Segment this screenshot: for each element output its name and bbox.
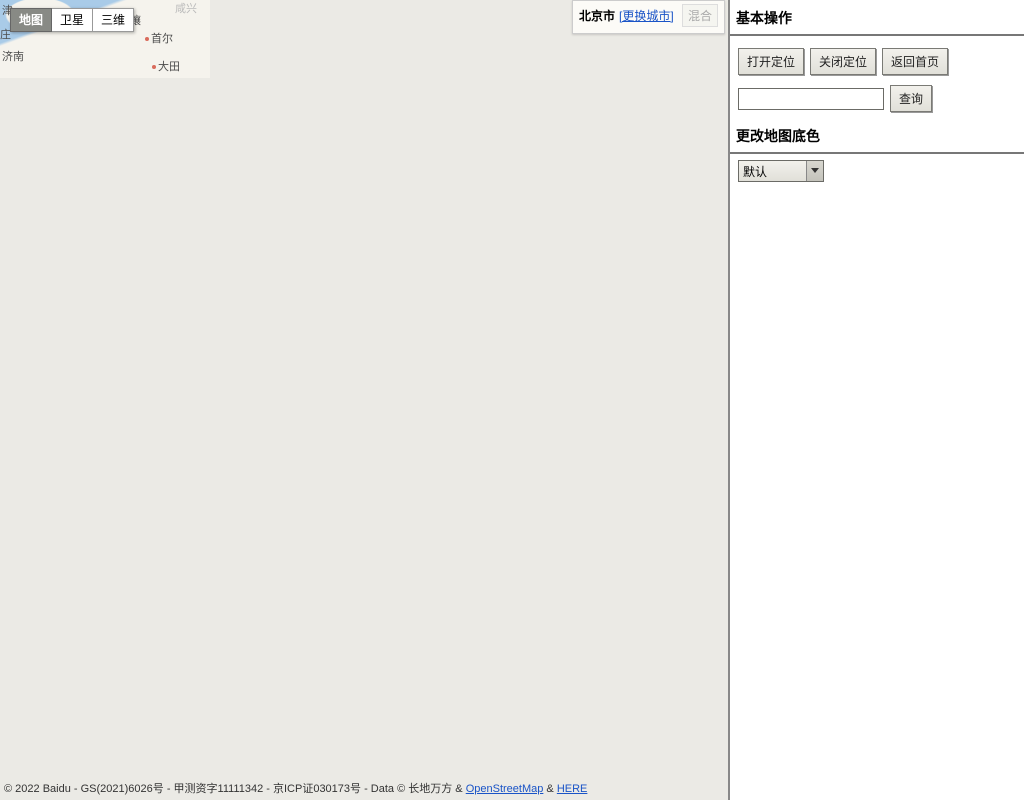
- map-city-label: 大田: [152, 58, 180, 74]
- button-row: 打开定位 关闭定位 返回首页: [730, 36, 1024, 81]
- map-attribution: © 2022 Baidu - GS(2021)6026号 - 甲测资字11111…: [4, 780, 587, 796]
- chevron-down-icon: [811, 168, 819, 173]
- bgcolor-select-value: 默认: [743, 163, 767, 180]
- map-city-label: 咸兴: [175, 0, 197, 16]
- attribution-amp: &: [543, 783, 556, 795]
- map-type-satellite[interactable]: 卫星: [52, 8, 93, 32]
- map-type-map[interactable]: 地图: [10, 8, 52, 32]
- city-panel: 北京市 [更换城市] 混合: [572, 0, 725, 34]
- bgcolor-select-wrap: 默认: [730, 154, 1024, 188]
- section-title-basic: 基本操作: [730, 0, 1024, 36]
- map-city-label: 济南: [2, 48, 24, 64]
- map-area[interactable]: 津 首尔 平壤 济南 大田 庄 咸兴 地图 卫星 三维 北京市 [更换城市] 混…: [0, 0, 725, 800]
- open-locate-button[interactable]: 打开定位: [738, 48, 804, 75]
- osm-link[interactable]: OpenStreetMap: [466, 783, 544, 795]
- current-city-label: 北京市: [579, 7, 615, 24]
- search-button[interactable]: 查询: [890, 85, 932, 112]
- search-row: 查询: [730, 81, 1024, 122]
- map-type-switch: 地图 卫星 三维: [10, 8, 134, 32]
- map-city-label: 首尔: [145, 30, 173, 46]
- close-locate-button[interactable]: 关闭定位: [810, 48, 876, 75]
- attribution-text: © 2022 Baidu - GS(2021)6026号 - 甲测资字11111…: [4, 783, 466, 795]
- search-input[interactable]: [738, 88, 884, 110]
- hybrid-toggle[interactable]: 混合: [682, 4, 718, 27]
- home-button[interactable]: 返回首页: [882, 48, 948, 75]
- here-link[interactable]: HERE: [557, 783, 588, 795]
- map-type-3d[interactable]: 三维: [93, 8, 134, 32]
- section-title-bgcolor: 更改地图底色: [730, 122, 1024, 154]
- sidebar: 基本操作 打开定位 关闭定位 返回首页 查询 更改地图底色 默认: [728, 0, 1024, 800]
- bgcolor-select[interactable]: 默认: [738, 160, 824, 182]
- change-city-link[interactable]: [更换城市]: [619, 7, 674, 24]
